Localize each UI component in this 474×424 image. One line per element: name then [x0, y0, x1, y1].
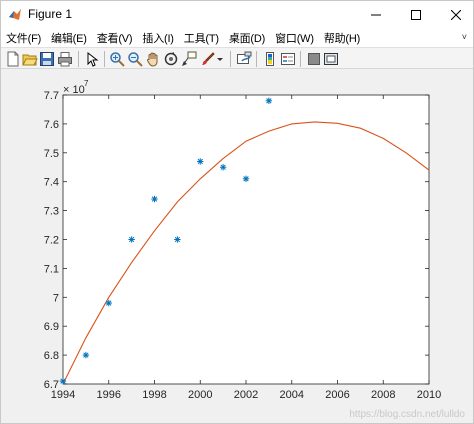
title-bar[interactable]: Figure 1: [1, 1, 473, 29]
print-icon[interactable]: [57, 51, 73, 67]
axes[interactable]: 1994 1996 1998 2000 2002 2004 2006 2008 2010 6.7…: [44, 79, 442, 401]
pan-hand-icon[interactable]: [145, 51, 161, 67]
menu-bar: 文件(F) 编辑(E) 查看(V) 插入(I) 工具(T) 桌面(D) 窗口(W…: [1, 29, 473, 47]
x-tick-label: 2000: [188, 389, 212, 401]
link-plot-icon[interactable]: [236, 51, 252, 67]
data-point-marker: [197, 158, 204, 165]
data-point-marker: [265, 97, 273, 104]
window-title: Figure 1: [28, 7, 73, 21]
x-tick-label: 2004: [280, 389, 304, 401]
toolbar-separator: [78, 51, 79, 67]
hide-plot-tools-icon[interactable]: [306, 51, 322, 67]
data-point-marker: [82, 351, 90, 359]
rotate-3d-icon[interactable]: [163, 51, 179, 67]
y-tick-label: 7.1: [44, 263, 59, 275]
y-tick-label: 7.3: [44, 206, 59, 218]
menu-view[interactable]: 查看(V): [92, 30, 138, 46]
menu-help[interactable]: 帮助(H): [319, 30, 365, 46]
data-point-marker: [242, 175, 250, 183]
y-exponent-power: 7: [84, 79, 89, 88]
save-icon[interactable]: [39, 51, 55, 67]
menu-window[interactable]: 窗口(W): [270, 30, 319, 46]
y-tick-label: 6.7: [44, 379, 59, 391]
x-tick-label: 2006: [325, 389, 349, 401]
figure-canvas: 1994 1996 1998 2000 2002 2004 2006 2008 2010 6.7…: [1, 69, 473, 423]
brush-icon[interactable]: [200, 51, 216, 67]
y-exponent-label: × 10: [63, 84, 85, 96]
toolbar-separator: [300, 51, 301, 67]
y-tick-label: 7.2: [44, 235, 59, 247]
menu-insert[interactable]: 插入(I): [137, 30, 178, 46]
data-point-marker: [151, 195, 158, 203]
minimize-icon: [371, 14, 381, 16]
watermark: https://blog.csdn.net/lulldo: [349, 409, 465, 420]
y-tick-label: 7.6: [44, 119, 59, 131]
data-point-marker: [105, 299, 112, 307]
insert-colorbar-icon[interactable]: [262, 51, 278, 67]
close-icon: [451, 10, 461, 20]
data-point-marker: [59, 377, 67, 385]
new-figure-icon[interactable]: [5, 51, 21, 67]
toolbar-separator: [256, 51, 257, 67]
y-tick-label: 7: [53, 292, 59, 304]
x-tick-label: 2002: [234, 389, 258, 401]
y-tick-label: 6.9: [44, 321, 59, 333]
x-tick-label: 1998: [142, 389, 166, 401]
figure-toolbar: [1, 47, 473, 69]
x-tick-label: 2008: [371, 389, 395, 401]
brush-dropdown-icon[interactable]: [216, 51, 224, 67]
y-tick-label: 6.8: [44, 350, 59, 362]
axes-background: [62, 94, 430, 385]
zoom-out-icon[interactable]: [127, 51, 143, 67]
y-tick-label: 7.5: [44, 148, 59, 160]
menu-desktop[interactable]: 桌面(D): [224, 30, 270, 46]
menu-edit[interactable]: 编辑(E): [46, 30, 92, 46]
show-plot-tools-icon[interactable]: [323, 51, 339, 67]
data-point-marker: [128, 236, 135, 243]
edit-plot-arrow-icon[interactable]: [84, 51, 100, 67]
x-tick-label: 2010: [417, 389, 441, 401]
x-tick-labels: 1994 1996 1998 2000 2002 2004 2006 2008 2010: [51, 389, 441, 401]
toolbar-separator: [230, 51, 231, 67]
matlab-logo-icon: [9, 9, 21, 20]
data-point-marker: [174, 236, 181, 243]
x-tick-label: 1996: [97, 389, 121, 401]
y-tick-label: 7.7: [44, 90, 59, 102]
figure-window: Figure 1 文件(F) 编辑(E) 查看(V) 插入(I) 工具(T) 桌…: [0, 0, 474, 424]
plot-svg: 1994 1996 1998 2000 2002 2004 2006 2008 2010 6.7…: [44, 79, 466, 420]
y-tick-label: 7.4: [44, 177, 59, 189]
zoom-in-icon[interactable]: [109, 51, 125, 67]
close-button[interactable]: [433, 1, 474, 29]
y-tick-labels: 6.7 6.8 6.9 7 7.1 7.2 7.3 7.4 7.5 7.6 7.7: [44, 90, 59, 391]
toolbar-separator: [104, 51, 105, 67]
data-cursor-icon[interactable]: [181, 51, 197, 67]
insert-legend-icon[interactable]: [280, 51, 296, 67]
menu-file[interactable]: 文件(F): [1, 30, 46, 46]
data-point-marker: [219, 164, 227, 171]
open-file-icon[interactable]: [22, 51, 38, 67]
maximize-icon: [411, 10, 421, 20]
menu-tools[interactable]: 工具(T): [179, 30, 224, 46]
menu-expand-icon[interactable]: ˅: [462, 32, 467, 42]
